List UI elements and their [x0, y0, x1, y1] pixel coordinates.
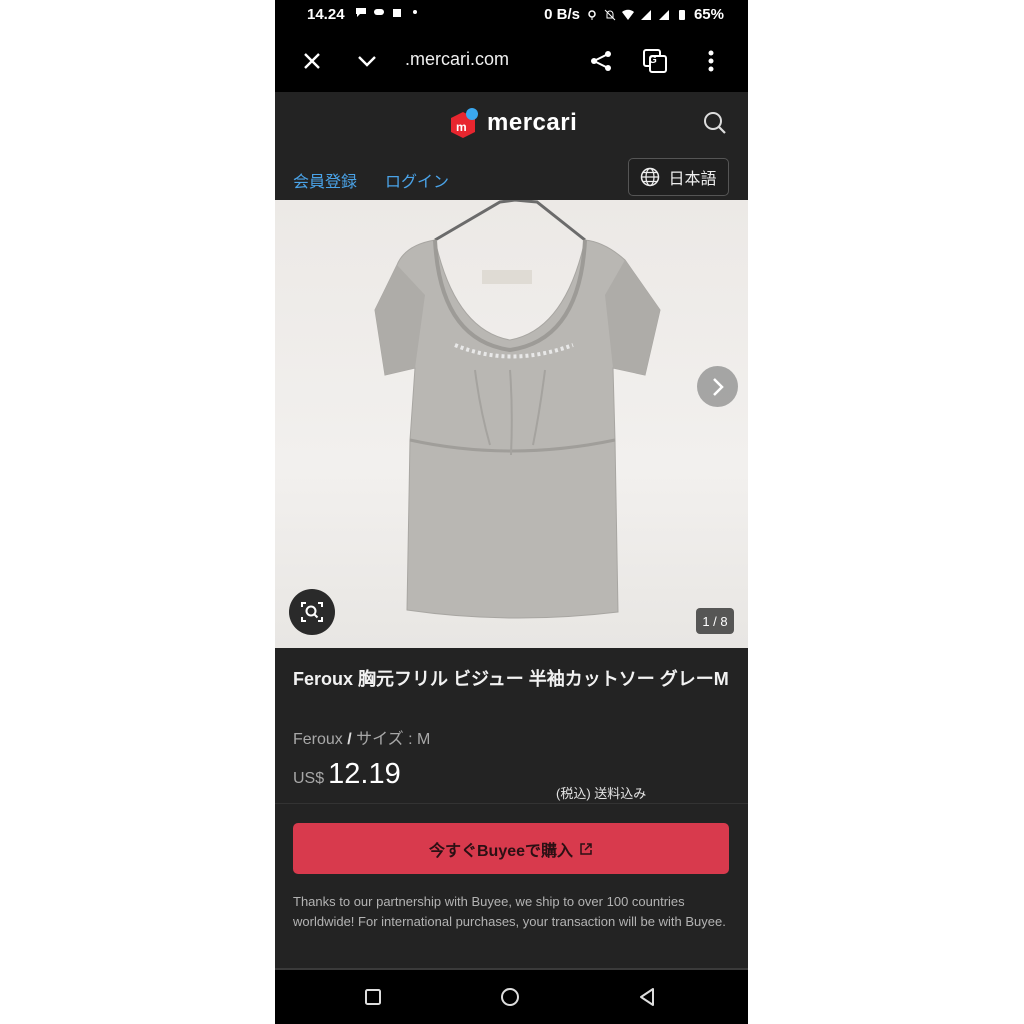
register-link[interactable]: 会員登録 [293, 168, 357, 192]
home-button[interactable] [499, 986, 521, 1008]
product-title-brand: Feroux [293, 669, 354, 689]
back-triangle-icon [640, 988, 654, 1006]
status-time: 14.24 [307, 6, 345, 23]
minimize-button[interactable] [352, 46, 382, 76]
mercari-logo[interactable]: m mercari [447, 106, 577, 140]
lens-search-icon [301, 602, 323, 622]
battery-percent: 65% [693, 6, 724, 23]
status-bar: 14.24 0 B/s 65% [275, 0, 748, 30]
chat-icon [356, 8, 366, 17]
dot-icon [413, 10, 417, 14]
share-button[interactable] [586, 46, 616, 76]
meta-separator: / [342, 731, 357, 748]
search-button[interactable] [702, 110, 730, 138]
next-image-button[interactable] [697, 366, 738, 407]
close-tab-button[interactable] [297, 46, 327, 76]
browser-toolbar: .mercari.com G [275, 30, 748, 92]
chevron-right-icon [712, 377, 724, 396]
price-value: 12.19 [328, 758, 401, 790]
globe-icon [641, 167, 660, 187]
url-display[interactable]: .mercari.com [405, 49, 509, 70]
circle-icon [501, 988, 519, 1006]
login-link[interactable]: ログイン [385, 168, 449, 192]
product-image-carousel[interactable]: 1 / 8 [275, 200, 748, 648]
status-right: 0 B/s 65% [544, 6, 724, 23]
search-icon [704, 112, 726, 134]
logo-text: mercari [487, 109, 578, 136]
auth-nav: 会員登録 ログイン 日本語 [275, 156, 748, 200]
translate-button[interactable]: G [640, 46, 670, 76]
tax-shipping-note: (税込) 送料込み [556, 786, 647, 801]
external-link-icon [580, 842, 592, 855]
share-icon [591, 51, 611, 71]
recents-button[interactable] [362, 986, 384, 1008]
language-label: 日本語 [668, 171, 717, 188]
network-speed: 0 B/s [544, 6, 580, 23]
svg-text:G: G [649, 55, 657, 66]
product-meta: Feroux / サイズ : M [293, 725, 430, 749]
wifi-icon [621, 9, 634, 20]
battery-icon [678, 9, 685, 20]
status-notification-icons [355, 6, 421, 18]
svg-text:m: m [456, 120, 467, 134]
product-title: Feroux 胸元フリル ビジュー 半袖カットソー グレーM [293, 666, 733, 693]
phone-screen: 14.24 0 B/s 65% .mercari.com G m mercari… [275, 0, 748, 1024]
game-icon [374, 9, 384, 15]
language-selector[interactable]: 日本語 [628, 158, 729, 196]
buy-button-label: 今すぐBuyeeで購入 [428, 842, 574, 860]
more-options-button[interactable] [696, 46, 726, 76]
price-currency: US$ [293, 770, 325, 787]
signal-2-icon [658, 9, 669, 20]
meta-size: サイズ : M [356, 731, 431, 748]
site-header: m mercari [275, 92, 748, 156]
image-counter: 1 / 8 [696, 608, 734, 634]
translate-icon: G [643, 49, 667, 73]
back-button[interactable] [636, 986, 658, 1008]
price-row: US$ 12.19 [293, 758, 401, 791]
mute-icon [604, 9, 616, 20]
product-photo [374, 200, 661, 619]
divider [275, 803, 748, 804]
mercari-logo-icon: m [451, 108, 478, 138]
chevron-down-icon [358, 56, 376, 67]
buy-with-buyee-button[interactable]: 今すぐBuyeeで購入 [293, 823, 729, 874]
product-title-text: 胸元フリル ビジュー 半袖カットソー グレーM [353, 669, 729, 689]
location-icon [588, 9, 596, 20]
signal-icon [640, 9, 651, 20]
buyee-partnership-note: Thanks to our partnership with Buyee, we… [293, 894, 726, 929]
image-search-button[interactable] [289, 589, 335, 635]
meta-brand-link[interactable]: Feroux [293, 731, 343, 748]
more-vert-icon [708, 50, 714, 72]
square-icon [365, 989, 381, 1005]
system-navigation-bar [275, 970, 748, 1024]
shop-icon [393, 9, 401, 17]
close-icon [304, 53, 320, 69]
